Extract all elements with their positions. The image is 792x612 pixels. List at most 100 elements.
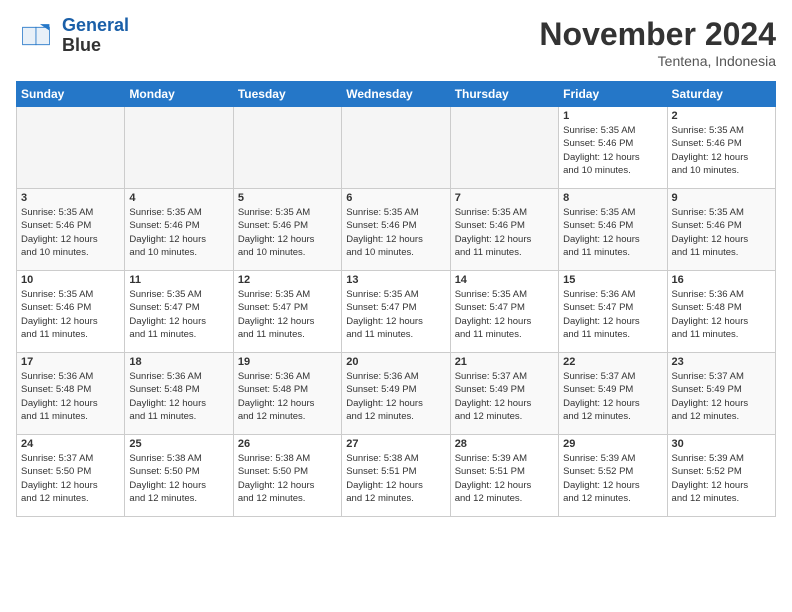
day-cell: 26 Sunrise: 5:38 AMSunset: 5:50 PMDayligh… [233,435,341,517]
week-row-1: 1 Sunrise: 5:35 AMSunset: 5:46 PMDaylight… [17,107,776,189]
day-cell: 20 Sunrise: 5:36 AMSunset: 5:49 PMDayligh… [342,353,450,435]
day-info: Sunrise: 5:36 AMSunset: 5:49 PMDaylight:… [346,371,423,422]
day-cell: 23 Sunrise: 5:37 AMSunset: 5:49 PMDayligh… [667,353,775,435]
day-number: 14 [455,274,554,286]
week-row-2: 3Sunrise: 5:35 AMSunset: 5:46 PMDaylight… [17,189,776,271]
day-cell [342,107,450,189]
day-number: 17 [21,356,120,368]
day-info: Sunrise: 5:38 AMSunset: 5:50 PMDaylight:… [238,453,315,504]
day-number: 5 [238,192,337,204]
day-number: 9 [672,192,771,204]
day-info: Sunrise: 5:38 AMSunset: 5:51 PMDaylight:… [346,453,423,504]
day-number: 2 [672,110,771,122]
day-cell [17,107,125,189]
day-number: 4 [129,192,228,204]
logo: General Blue [16,16,129,56]
day-number: 28 [455,438,554,450]
day-info: Sunrise: 5:35 AMSunset: 5:46 PMDaylight:… [672,207,749,258]
day-number: 16 [672,274,771,286]
day-number: 13 [346,274,445,286]
day-cell: 3Sunrise: 5:35 AMSunset: 5:46 PMDaylight… [17,189,125,271]
logo-text-blue: Blue [62,35,101,55]
day-info: Sunrise: 5:35 AMSunset: 5:47 PMDaylight:… [455,289,532,340]
day-cell: 14 Sunrise: 5:35 AMSunset: 5:47 PMDayligh… [450,271,558,353]
month-title: November 2024 [539,16,776,53]
logo-icon [16,21,56,51]
day-number: 19 [238,356,337,368]
day-number: 29 [563,438,662,450]
day-cell: 12 Sunrise: 5:35 AMSunset: 5:47 PMDayligh… [233,271,341,353]
day-info: Sunrise: 5:36 AMSunset: 5:48 PMDaylight:… [672,289,749,340]
day-info: Sunrise: 5:39 AMSunset: 5:52 PMDaylight:… [672,453,749,504]
day-cell: 4 Sunrise: 5:35 AMSunset: 5:46 PMDaylight… [125,189,233,271]
day-info: Sunrise: 5:35 AMSunset: 5:46 PMDaylight:… [455,207,532,258]
day-cell: 1 Sunrise: 5:35 AMSunset: 5:46 PMDaylight… [559,107,667,189]
day-number: 27 [346,438,445,450]
day-number: 21 [455,356,554,368]
day-number: 8 [563,192,662,204]
day-number: 18 [129,356,228,368]
day-info: Sunrise: 5:38 AMSunset: 5:50 PMDaylight:… [129,453,206,504]
day-info: Sunrise: 5:37 AMSunset: 5:49 PMDaylight:… [455,371,532,422]
day-cell: 7Sunrise: 5:35 AMSunset: 5:46 PMDaylight… [450,189,558,271]
day-info: Sunrise: 5:35 AMSunset: 5:46 PMDaylight:… [563,207,640,258]
day-number: 1 [563,110,662,122]
day-cell: 19 Sunrise: 5:36 AMSunset: 5:48 PMDayligh… [233,353,341,435]
day-cell: 25Sunrise: 5:38 AMSunset: 5:50 PMDayligh… [125,435,233,517]
header-thursday: Thursday [450,82,558,107]
day-cell: 27 Sunrise: 5:38 AMSunset: 5:51 PMDayligh… [342,435,450,517]
day-info: Sunrise: 5:37 AMSunset: 5:49 PMDaylight:… [563,371,640,422]
day-info: Sunrise: 5:35 AMSunset: 5:46 PMDaylight:… [238,207,315,258]
day-cell: 9 Sunrise: 5:35 AMSunset: 5:46 PMDaylight… [667,189,775,271]
day-cell: 18 Sunrise: 5:36 AMSunset: 5:48 PMDayligh… [125,353,233,435]
day-number: 6 [346,192,445,204]
header-friday: Friday [559,82,667,107]
logo-text-general: General [62,15,129,35]
day-number: 12 [238,274,337,286]
day-cell: 10Sunrise: 5:35 AMSunset: 5:46 PMDayligh… [17,271,125,353]
day-info: Sunrise: 5:36 AMSunset: 5:48 PMDaylight:… [238,371,315,422]
day-cell: 21 Sunrise: 5:37 AMSunset: 5:49 PMDayligh… [450,353,558,435]
day-info: Sunrise: 5:35 AMSunset: 5:46 PMDaylight:… [21,207,98,258]
day-cell: 30Sunrise: 5:39 AMSunset: 5:52 PMDayligh… [667,435,775,517]
calendar-table: SundayMondayTuesdayWednesdayThursdayFrid… [16,81,776,517]
day-number: 23 [672,356,771,368]
day-info: Sunrise: 5:36 AMSunset: 5:48 PMDaylight:… [129,371,206,422]
day-number: 22 [563,356,662,368]
week-row-4: 17 Sunrise: 5:36 AMSunset: 5:48 PMDayligh… [17,353,776,435]
day-cell: 28 Sunrise: 5:39 AMSunset: 5:51 PMDayligh… [450,435,558,517]
week-row-5: 24 Sunrise: 5:37 AMSunset: 5:50 PMDayligh… [17,435,776,517]
day-info: Sunrise: 5:35 AMSunset: 5:46 PMDaylight:… [129,207,206,258]
day-cell [233,107,341,189]
calendar-header-row: SundayMondayTuesdayWednesdayThursdayFrid… [17,82,776,107]
day-cell: 11 Sunrise: 5:35 AMSunset: 5:47 PMDayligh… [125,271,233,353]
day-info: Sunrise: 5:35 AMSunset: 5:47 PMDaylight:… [238,289,315,340]
day-number: 15 [563,274,662,286]
day-info: Sunrise: 5:39 AMSunset: 5:51 PMDaylight:… [455,453,532,504]
day-info: Sunrise: 5:35 AMSunset: 5:46 PMDaylight:… [346,207,423,258]
day-info: Sunrise: 5:37 AMSunset: 5:49 PMDaylight:… [672,371,749,422]
day-info: Sunrise: 5:37 AMSunset: 5:50 PMDaylight:… [21,453,98,504]
day-number: 24 [21,438,120,450]
day-number: 11 [129,274,228,286]
day-info: Sunrise: 5:39 AMSunset: 5:52 PMDaylight:… [563,453,640,504]
day-cell: 8 Sunrise: 5:35 AMSunset: 5:46 PMDaylight… [559,189,667,271]
header: General Blue November 2024 Tentena, Indo… [16,16,776,69]
header-saturday: Saturday [667,82,775,107]
day-cell: 16 Sunrise: 5:36 AMSunset: 5:48 PMDayligh… [667,271,775,353]
day-info: Sunrise: 5:36 AMSunset: 5:47 PMDaylight:… [563,289,640,340]
day-cell: 6 Sunrise: 5:35 AMSunset: 5:46 PMDaylight… [342,189,450,271]
week-row-3: 10Sunrise: 5:35 AMSunset: 5:46 PMDayligh… [17,271,776,353]
day-number: 26 [238,438,337,450]
header-tuesday: Tuesday [233,82,341,107]
day-info: Sunrise: 5:35 AMSunset: 5:47 PMDaylight:… [346,289,423,340]
day-cell: 22 Sunrise: 5:37 AMSunset: 5:49 PMDayligh… [559,353,667,435]
title-block: November 2024 Tentena, Indonesia [539,16,776,69]
day-info: Sunrise: 5:35 AMSunset: 5:47 PMDaylight:… [129,289,206,340]
location: Tentena, Indonesia [539,53,776,69]
header-sunday: Sunday [17,82,125,107]
day-cell [125,107,233,189]
day-cell: 13 Sunrise: 5:35 AMSunset: 5:47 PMDayligh… [342,271,450,353]
day-info: Sunrise: 5:35 AMSunset: 5:46 PMDaylight:… [563,125,640,176]
day-number: 20 [346,356,445,368]
